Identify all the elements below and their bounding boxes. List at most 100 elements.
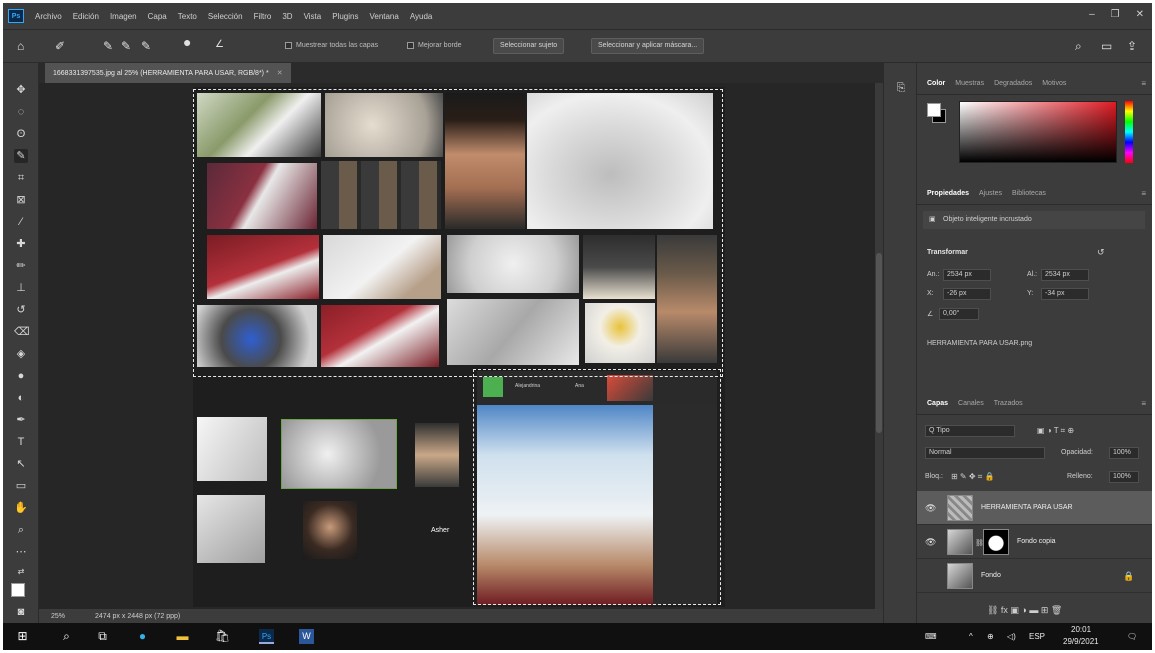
add-to-selection-icon[interactable]: ✎ (121, 39, 131, 53)
tab-libraries[interactable]: Bibliotecas (1012, 190, 1046, 197)
file-explorer-icon[interactable]: ▬ (175, 629, 190, 644)
layer-row[interactable]: 👁 HERRAMIENTA PARA USAR (917, 491, 1152, 525)
tab-adjustments[interactable]: Ajustes (979, 190, 1002, 197)
menu-edicion[interactable]: Edición (73, 12, 99, 21)
close-button[interactable]: ✕ (1136, 9, 1144, 20)
layer-mask-thumbnail[interactable] (983, 529, 1009, 555)
menu-imagen[interactable]: Imagen (110, 12, 137, 21)
menu-seleccion[interactable]: Selección (208, 12, 243, 21)
blur-tool-icon[interactable]: ● (14, 369, 28, 383)
brush-tool-icon[interactable]: ✏ (14, 259, 28, 273)
notifications-icon[interactable]: 🗨 (1127, 632, 1137, 641)
path-selection-tool-icon[interactable]: ↖ (14, 457, 28, 471)
type-tool-icon[interactable]: T (14, 435, 28, 449)
menu-plugins[interactable]: Plugins (332, 12, 358, 21)
menu-vista[interactable]: Vista (304, 12, 322, 21)
crop-tool-icon[interactable]: ⌗ (14, 171, 28, 185)
clock-time[interactable]: 20:01 (1071, 625, 1091, 634)
opacity-field[interactable]: 100% (1109, 447, 1139, 459)
panel-menu-icon[interactable]: ≡ (1141, 189, 1146, 198)
sample-all-layers-checkbox[interactable]: Muestrear todas las capas (285, 42, 378, 49)
scrollbar-thumb[interactable] (876, 253, 882, 433)
color-picker-field[interactable] (959, 101, 1117, 163)
document-canvas[interactable]: Asher Alejandrina Ana (193, 87, 725, 607)
select-subject-button[interactable]: Seleccionar sujeto (493, 38, 565, 54)
quick-selection-tool-icon[interactable]: ✎ (14, 149, 28, 163)
close-tab-icon[interactable]: ✕ (277, 70, 283, 77)
select-and-mask-button[interactable]: Seleccionar y aplicar máscara... (591, 38, 705, 54)
frame-tool-icon[interactable]: ⊠ (14, 193, 28, 207)
width-field[interactable]: 2534 px (943, 269, 991, 281)
layer-filter-icons[interactable]: ▣ ◑ T ⌗ ⊕ (1037, 426, 1074, 436)
task-view-icon[interactable]: ⧉ (95, 629, 110, 644)
tab-layers[interactable]: Capas (927, 400, 948, 407)
panel-menu-icon[interactable]: ≡ (1141, 79, 1146, 88)
layer-row[interactable]: 👁 ⛓ Fondo copia (917, 525, 1152, 559)
clone-stamp-tool-icon[interactable]: ⊥ (14, 281, 28, 295)
y-field[interactable]: -34 px (1041, 288, 1089, 300)
store-icon[interactable]: 🛍 (215, 629, 230, 644)
tab-gradients[interactable]: Degradados (994, 80, 1032, 87)
dodge-tool-icon[interactable]: ◐ (14, 391, 28, 405)
move-tool-icon[interactable]: ✥ (14, 83, 28, 97)
angle-field[interactable]: 0,00° (939, 308, 979, 320)
zoom-level[interactable]: 25% (51, 613, 65, 620)
eraser-tool-icon[interactable]: ⌫ (14, 325, 30, 339)
visibility-eye-icon[interactable]: 👁 (925, 503, 936, 514)
search-icon[interactable]: ⌕ (1075, 39, 1082, 54)
visibility-eye-icon[interactable]: 👁 (925, 537, 936, 548)
share-icon[interactable]: ⇪ (1127, 39, 1137, 53)
quick-mask-icon[interactable]: ◙ (14, 605, 28, 619)
enhance-edge-checkbox[interactable]: Mejorar borde (407, 42, 462, 49)
blend-mode-dropdown[interactable]: Normal (925, 447, 1045, 459)
menu-texto[interactable]: Texto (178, 12, 197, 21)
tab-paths[interactable]: Trazados (994, 400, 1023, 407)
layer-name[interactable]: Fondo (981, 572, 1001, 579)
lock-icons[interactable]: ⊞ ✎ ✥ ⌗ 🔒 (951, 472, 994, 482)
tab-channels[interactable]: Canales (958, 400, 984, 407)
zoom-tool-icon[interactable]: ⌕ (14, 523, 28, 537)
angle-icon[interactable]: ∠ (215, 39, 224, 50)
paint-bucket-tool-icon[interactable]: ◈ (14, 347, 28, 361)
panel-menu-icon[interactable]: ≡ (1141, 399, 1146, 408)
tab-properties[interactable]: Propiedades (927, 190, 969, 197)
marquee-tool-icon[interactable]: ◌ (14, 105, 28, 119)
show-hidden-icons-icon[interactable]: ^ (969, 632, 973, 641)
network-icon[interactable]: ⊕ (987, 632, 994, 641)
volume-icon[interactable]: ◁) (1007, 632, 1016, 641)
history-panel-icon[interactable]: ⎘ (894, 81, 908, 95)
height-field[interactable]: 2534 px (1041, 269, 1089, 281)
layer-name[interactable]: HERRAMIENTA PARA USAR (981, 504, 1073, 511)
menu-ventana[interactable]: Ventana (369, 12, 398, 21)
clock-date[interactable]: 29/9/2021 (1063, 637, 1099, 646)
lasso-tool-icon[interactable]: ʘ (14, 127, 28, 141)
hand-tool-icon[interactable]: ✋ (14, 501, 28, 515)
more-tools-icon[interactable]: ⋯ (14, 545, 28, 559)
new-selection-icon[interactable]: ✎ (103, 39, 113, 53)
canvas-area[interactable]: Asher Alejandrina Ana (39, 83, 883, 609)
menu-capa[interactable]: Capa (148, 12, 167, 21)
healing-brush-tool-icon[interactable]: ✚ (14, 237, 28, 251)
rectangle-tool-icon[interactable]: ▭ (14, 479, 28, 493)
layer-filter-dropdown[interactable]: Q Tipo (925, 425, 1015, 437)
home-icon[interactable]: ⌂ (17, 39, 24, 53)
menu-archivo[interactable]: Archivo (35, 12, 62, 21)
reset-transform-icon[interactable]: ↺ (1097, 247, 1105, 258)
keyboard-icon[interactable]: ⌨ (925, 632, 937, 641)
foreground-color-swatch[interactable] (927, 103, 941, 117)
tab-swatches[interactable]: Muestras (955, 80, 984, 87)
foreground-color-swatch[interactable] (11, 583, 25, 597)
document-tab[interactable]: 1668331397535.jpg al 25% (HERRAMIENTA PA… (45, 63, 291, 83)
photoshop-taskbar-icon[interactable]: Ps (259, 629, 274, 644)
minimize-button[interactable]: – (1089, 9, 1095, 20)
menu-3d[interactable]: 3D (282, 12, 292, 21)
swap-colors-icon[interactable]: ⇄ (14, 565, 28, 579)
restore-button[interactable]: ❐ (1111, 9, 1120, 20)
windows-start-icon[interactable]: ⊞ (15, 629, 30, 644)
history-brush-tool-icon[interactable]: ↺ (14, 303, 28, 317)
layer-row[interactable]: Fondo 🔒 (917, 559, 1152, 593)
x-field[interactable]: -26 px (943, 288, 991, 300)
subtract-from-selection-icon[interactable]: ✎ (141, 39, 151, 53)
workspace-icon[interactable]: ▭ (1101, 39, 1112, 53)
fill-field[interactable]: 100% (1109, 471, 1139, 483)
